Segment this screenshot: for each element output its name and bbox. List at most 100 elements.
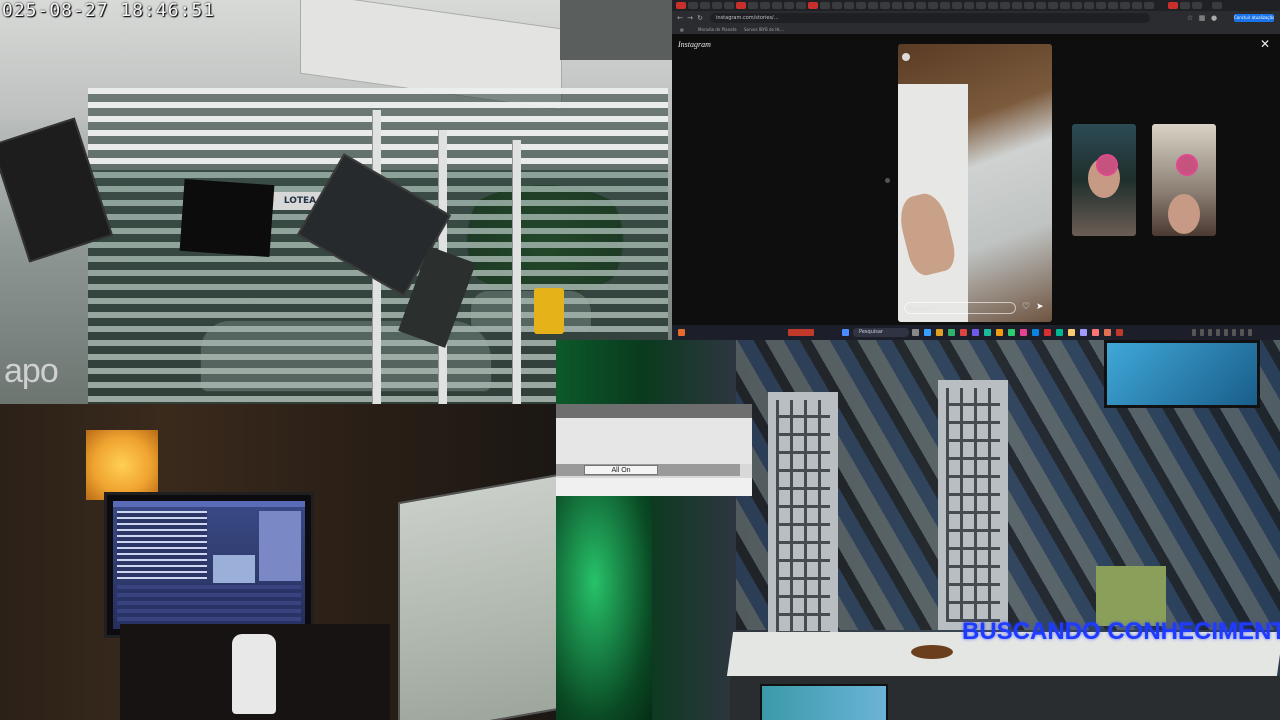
tray-icon[interactable]: [1224, 329, 1228, 336]
browser-tab[interactable]: [1024, 2, 1034, 9]
taskbar-app[interactable]: [984, 329, 991, 336]
browser-tab[interactable]: [892, 2, 902, 9]
weather-icon[interactable]: [678, 329, 685, 336]
heart-icon[interactable]: ♡: [1022, 302, 1030, 312]
tray-icon[interactable]: [1248, 329, 1252, 336]
browser-tab[interactable]: [988, 2, 998, 9]
tray-icon[interactable]: [1208, 329, 1212, 336]
browser-tab[interactable]: [1212, 2, 1222, 9]
taskbar-app[interactable]: [960, 329, 967, 336]
back-icon[interactable]: ←: [676, 14, 684, 22]
browser-tab[interactable]: [832, 2, 842, 9]
browser-tab[interactable]: [808, 2, 818, 9]
start-icon[interactable]: [842, 329, 849, 336]
browser-tab[interactable]: [1144, 2, 1154, 9]
app-titlebar: [113, 501, 305, 507]
extensions-icon[interactable]: ▦: [1198, 14, 1206, 22]
thumb-face: [1168, 194, 1200, 234]
browser-tab[interactable]: [904, 2, 914, 9]
send-icon[interactable]: ➤: [1036, 302, 1044, 312]
browser-tab[interactable]: [736, 2, 746, 9]
taskbar-app[interactable]: [1032, 329, 1039, 336]
tray-icon[interactable]: [1216, 329, 1220, 336]
browser-tab[interactable]: [1192, 2, 1202, 9]
update-button[interactable]: Concluir atualização: [1234, 14, 1274, 22]
reload-icon[interactable]: ↻: [696, 14, 704, 22]
browser-tab[interactable]: [880, 2, 890, 9]
browser-tab[interactable]: [1120, 2, 1130, 9]
forward-icon[interactable]: →: [686, 14, 694, 22]
browser-tab[interactable]: [1180, 2, 1190, 9]
browser-tab[interactable]: [1108, 2, 1118, 9]
browser-tab[interactable]: [940, 2, 950, 9]
browser-tab[interactable]: [844, 2, 854, 9]
close-icon[interactable]: ✕: [1260, 38, 1270, 50]
browser-tab[interactable]: [760, 2, 770, 9]
browser-tab[interactable]: [1036, 2, 1046, 9]
next-story-thumb[interactable]: [1072, 124, 1136, 236]
browser-tab[interactable]: [916, 2, 926, 9]
tray-icon[interactable]: [1232, 329, 1236, 336]
browser-tab[interactable]: [1084, 2, 1094, 9]
taskbar-app[interactable]: [788, 329, 814, 336]
browser-tab[interactable]: [952, 2, 962, 9]
avatar[interactable]: [902, 53, 910, 61]
browser-tab[interactable]: [700, 2, 710, 9]
browser-tab[interactable]: [676, 2, 686, 9]
instagram-logo[interactable]: Instagram: [678, 40, 711, 49]
taskbar-app[interactable]: [1092, 329, 1099, 336]
taskbar-app[interactable]: [1116, 329, 1123, 336]
taskbar-app[interactable]: [1044, 329, 1051, 336]
browser-tab[interactable]: [1168, 2, 1178, 9]
browser-tab[interactable]: [1096, 2, 1106, 9]
browser-tab[interactable]: [976, 2, 986, 9]
taskbar-app[interactable]: [1008, 329, 1015, 336]
browser-tab[interactable]: [796, 2, 806, 9]
story-card[interactable]: Responder a ... ♡ ➤: [898, 44, 1052, 322]
taskbar-app[interactable]: [936, 329, 943, 336]
bookmark-item[interactable]: Moradia de Planeta: [698, 25, 737, 34]
browser-tab[interactable]: [868, 2, 878, 9]
star-icon[interactable]: ☆: [1186, 14, 1194, 22]
taskbar-app[interactable]: [912, 329, 919, 336]
taskbar-app[interactable]: [924, 329, 931, 336]
taskbar-app[interactable]: [1056, 329, 1063, 336]
browser-tab[interactable]: [688, 2, 698, 9]
tray-icon[interactable]: [1240, 329, 1244, 336]
browser-tab[interactable]: [712, 2, 722, 9]
apps-icon[interactable]: ▦: [680, 25, 684, 34]
tray-icon[interactable]: [1192, 329, 1196, 336]
browser-tab[interactable]: [1060, 2, 1070, 9]
taskbar-app[interactable]: [996, 329, 1003, 336]
taskbar-app[interactable]: [948, 329, 955, 336]
browser-tab[interactable]: [1000, 2, 1010, 9]
popup-titlebar[interactable]: [556, 404, 752, 418]
taskbar-app[interactable]: [1104, 329, 1111, 336]
browser-tab[interactable]: [772, 2, 782, 9]
tray-icon[interactable]: [1200, 329, 1204, 336]
all-on-button[interactable]: All On: [584, 465, 658, 475]
taskbar-app[interactable]: [1020, 329, 1027, 336]
browser-tab[interactable]: [1012, 2, 1022, 9]
next-story-thumb[interactable]: [1152, 124, 1216, 236]
taskbar-app[interactable]: [1068, 329, 1075, 336]
browser-tab[interactable]: [856, 2, 866, 9]
taskbar-search[interactable]: Pesquisar: [853, 328, 909, 337]
browser-tab[interactable]: [1132, 2, 1142, 9]
browser-tab[interactable]: [724, 2, 734, 9]
browser-tab[interactable]: [1072, 2, 1082, 9]
browser-tab[interactable]: [964, 2, 974, 9]
taskbar-app[interactable]: [1080, 329, 1087, 336]
bookmark-item[interactable]: Servos IBYB do HL...: [744, 25, 784, 34]
browser-tab[interactable]: [928, 2, 938, 9]
browser-tab[interactable]: [1048, 2, 1058, 9]
profile-icon[interactable]: ●: [1210, 14, 1218, 22]
browser-tab[interactable]: [820, 2, 830, 9]
reply-input[interactable]: Responder a ...: [904, 302, 1016, 314]
browser-tab[interactable]: [748, 2, 758, 9]
browser-tab[interactable]: [784, 2, 794, 9]
taskbar-app[interactable]: [972, 329, 979, 336]
camera-watermark: apo: [4, 352, 59, 390]
url-field[interactable]: instagram.com/stories/...: [710, 13, 1150, 23]
green-light: [556, 490, 652, 720]
